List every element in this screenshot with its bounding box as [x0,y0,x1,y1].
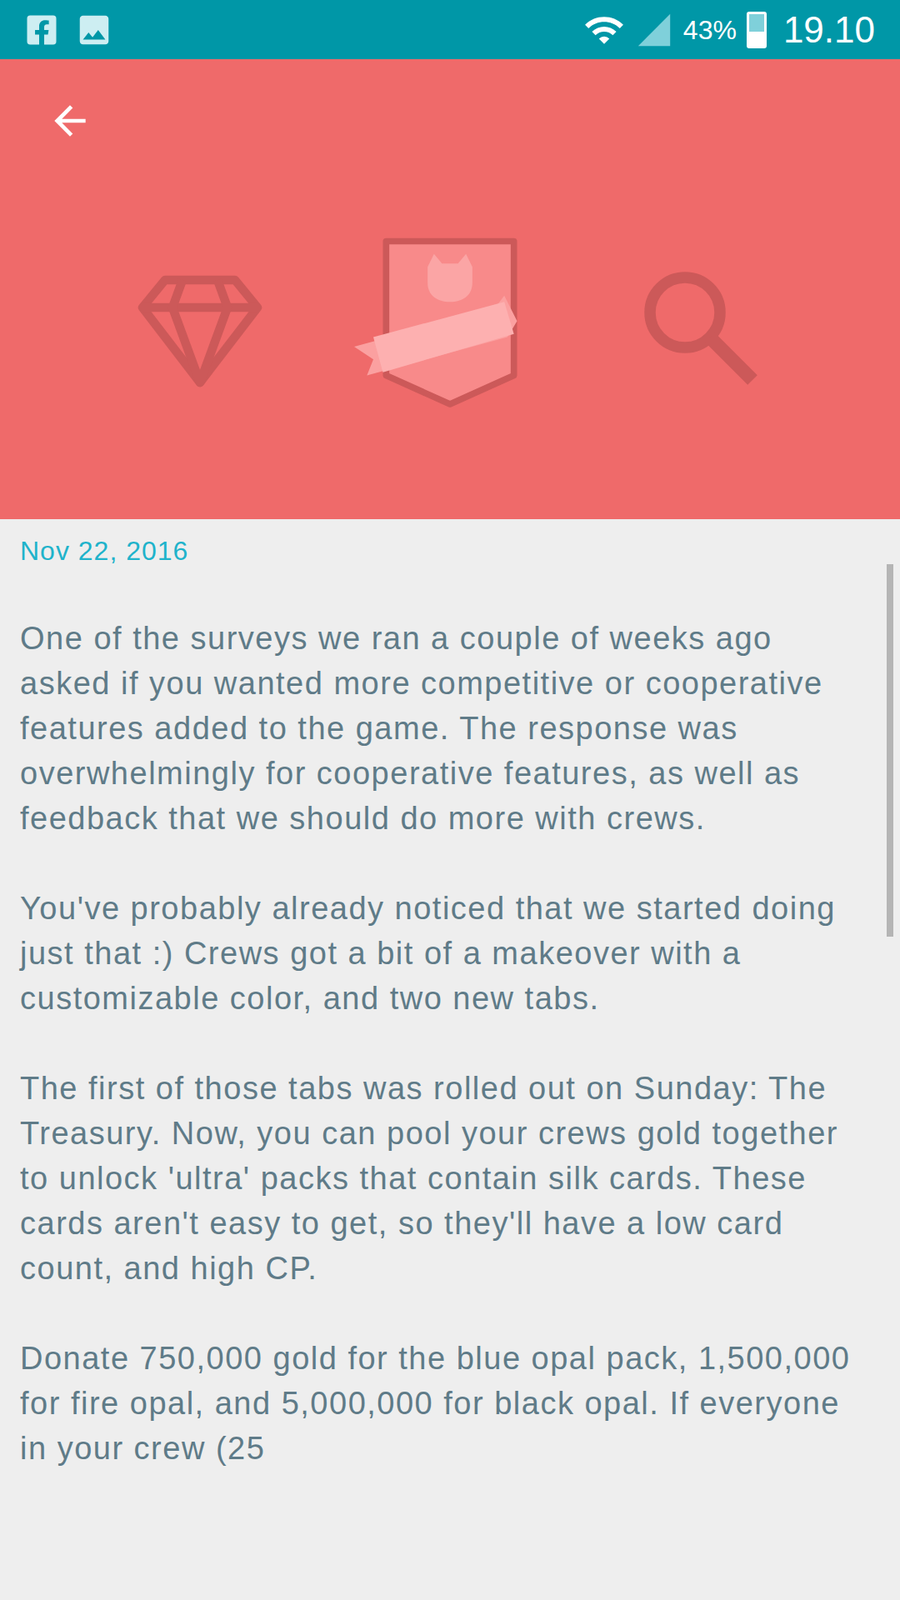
article-date: Nov 22, 2016 [0,519,900,571]
article-body: One of the surveys we ran a couple of we… [0,570,900,1471]
status-bar: 43% 19.10 [0,0,900,60]
clock: 19.10 [783,2,875,58]
app-screen: 43% 19.10 Nov 22, 2016 One of the surveys w… [0,0,900,1600]
diamond-icon [137,265,263,390]
article-paragraph: You've probably already noticed that we … [20,885,867,1021]
article-paragraph: Donate 750,000 gold for the blue opal pa… [20,1335,867,1471]
header-banner [0,59,900,520]
article-paragraph: One of the surveys we ran a couple of we… [20,615,867,841]
magnifier-icon [637,265,763,390]
article-paragraph: The first of those tabs was rolled out o… [20,1065,867,1291]
scrollbar-thumb[interactable] [886,564,894,937]
gallery-icon [75,10,114,50]
battery-icon [746,11,767,49]
signal-icon [635,10,674,50]
scrollbar-track [886,564,894,1600]
back-arrow-icon[interactable] [46,97,94,145]
battery-percent: 43% [683,10,737,50]
wifi-icon [583,9,625,51]
facebook-icon [25,13,59,47]
badge-icon [354,231,546,424]
